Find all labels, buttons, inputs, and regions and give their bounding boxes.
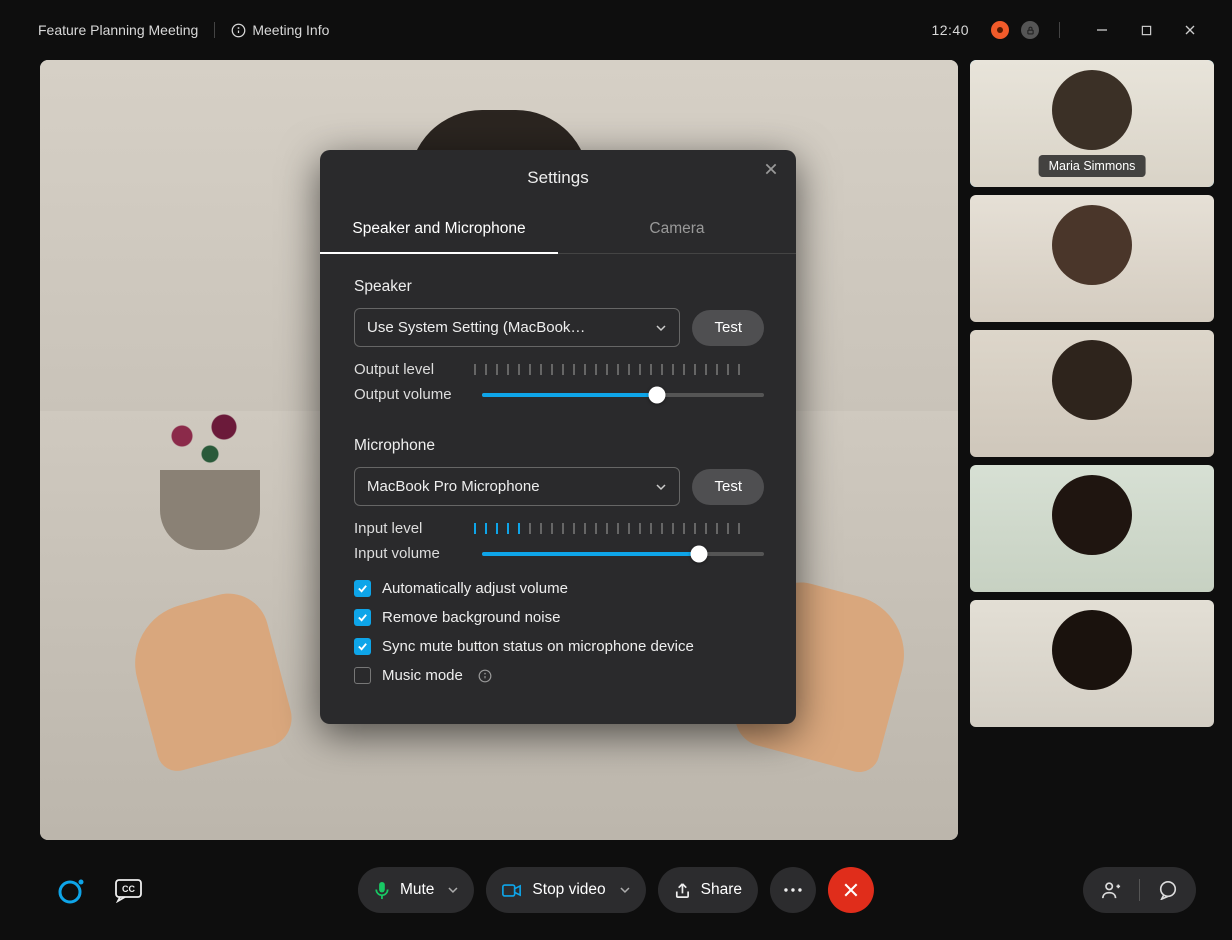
- share-button[interactable]: Share: [658, 867, 758, 913]
- lock-indicator[interactable]: [1021, 21, 1039, 39]
- more-button[interactable]: [770, 867, 816, 913]
- titlebar: Feature Planning Meeting Meeting Info 12…: [0, 0, 1232, 60]
- chevron-down-icon: [655, 322, 667, 334]
- brand-icon[interactable]: [56, 876, 84, 904]
- test-speaker-button[interactable]: Test: [692, 310, 764, 346]
- input-level-label: Input level: [354, 520, 464, 537]
- participant-thumbnail[interactable]: Maria Simmons: [970, 60, 1214, 187]
- speaker-device-value: Use System Setting (MacBook…: [367, 319, 585, 336]
- tab-speaker-microphone[interactable]: Speaker and Microphone: [320, 206, 558, 254]
- video-icon: [502, 883, 522, 898]
- chat-icon: [1158, 880, 1178, 900]
- chevron-down-icon: [655, 481, 667, 493]
- output-volume-label: Output volume: [354, 386, 472, 403]
- info-icon[interactable]: [478, 669, 492, 683]
- settings-close-button[interactable]: [764, 162, 782, 180]
- remove-noise-label: Remove background noise: [382, 609, 560, 626]
- close-icon: [843, 882, 859, 898]
- participant-strip: Maria Simmons: [970, 60, 1214, 840]
- bottom-toolbar: CC Mute Stop video Share: [0, 840, 1232, 940]
- output-level-meter: [474, 364, 764, 375]
- input-volume-label: Input volume: [354, 545, 472, 562]
- auto-volume-checkbox[interactable]: Automatically adjust volume: [354, 580, 764, 597]
- music-mode-label: Music mode: [382, 667, 463, 684]
- participant-name: Maria Simmons: [1039, 155, 1146, 177]
- stop-video-button[interactable]: Stop video: [486, 867, 645, 913]
- participants-button[interactable]: [1101, 880, 1121, 900]
- music-mode-checkbox[interactable]: Music mode: [354, 667, 764, 684]
- meeting-title: Feature Planning Meeting: [38, 22, 198, 38]
- mute-label: Mute: [400, 881, 434, 899]
- share-label: Share: [701, 881, 742, 899]
- divider: [214, 22, 215, 38]
- check-icon: [357, 583, 368, 594]
- person-icon: [1101, 880, 1121, 900]
- speaker-device-dropdown[interactable]: Use System Setting (MacBook…: [354, 308, 680, 347]
- close-icon: [764, 162, 778, 176]
- microphone-device-dropdown[interactable]: MacBook Pro Microphone: [354, 467, 680, 506]
- test-microphone-button[interactable]: Test: [692, 469, 764, 505]
- participant-thumbnail[interactable]: [970, 195, 1214, 322]
- meeting-info-button[interactable]: Meeting Info: [231, 22, 329, 38]
- remove-noise-checkbox[interactable]: Remove background noise: [354, 609, 764, 626]
- settings-title: Settings: [320, 168, 796, 188]
- meeting-time: 12:40: [931, 22, 969, 38]
- input-volume-slider[interactable]: [482, 552, 764, 556]
- sync-mute-label: Sync mute button status on microphone de…: [382, 638, 694, 655]
- recording-indicator[interactable]: [991, 21, 1009, 39]
- info-icon: [231, 23, 246, 38]
- share-icon: [674, 882, 691, 899]
- auto-volume-label: Automatically adjust volume: [382, 580, 568, 597]
- participant-thumbnail[interactable]: [970, 330, 1214, 457]
- microphone-icon: [374, 881, 390, 900]
- lock-icon: [1026, 26, 1035, 35]
- output-volume-slider[interactable]: [482, 393, 764, 397]
- leave-button[interactable]: [828, 867, 874, 913]
- sync-mute-checkbox[interactable]: Sync mute button status on microphone de…: [354, 638, 764, 655]
- maximize-button[interactable]: [1136, 20, 1156, 40]
- mute-button[interactable]: Mute: [358, 867, 474, 913]
- chevron-down-icon: [448, 885, 458, 895]
- divider: [1059, 22, 1060, 38]
- participant-thumbnail[interactable]: [970, 600, 1214, 727]
- tab-camera[interactable]: Camera: [558, 206, 796, 253]
- more-icon: [784, 888, 802, 892]
- captions-button[interactable]: CC: [114, 878, 142, 902]
- stop-video-label: Stop video: [532, 881, 605, 899]
- check-icon: [357, 641, 368, 652]
- output-level-label: Output level: [354, 361, 464, 378]
- microphone-device-value: MacBook Pro Microphone: [367, 478, 540, 495]
- settings-dialog: Settings Speaker and Microphone Camera S…: [320, 150, 796, 724]
- check-icon: [357, 612, 368, 623]
- chevron-down-icon: [620, 885, 630, 895]
- close-button[interactable]: [1180, 20, 1200, 40]
- chat-button[interactable]: [1158, 880, 1178, 900]
- input-level-meter: [474, 523, 764, 534]
- minimize-button[interactable]: [1092, 20, 1112, 40]
- meeting-info-label: Meeting Info: [252, 22, 329, 38]
- svg-text:CC: CC: [122, 884, 135, 894]
- participant-thumbnail[interactable]: [970, 465, 1214, 592]
- microphone-section-title: Microphone: [354, 437, 764, 455]
- speaker-section-title: Speaker: [354, 278, 764, 296]
